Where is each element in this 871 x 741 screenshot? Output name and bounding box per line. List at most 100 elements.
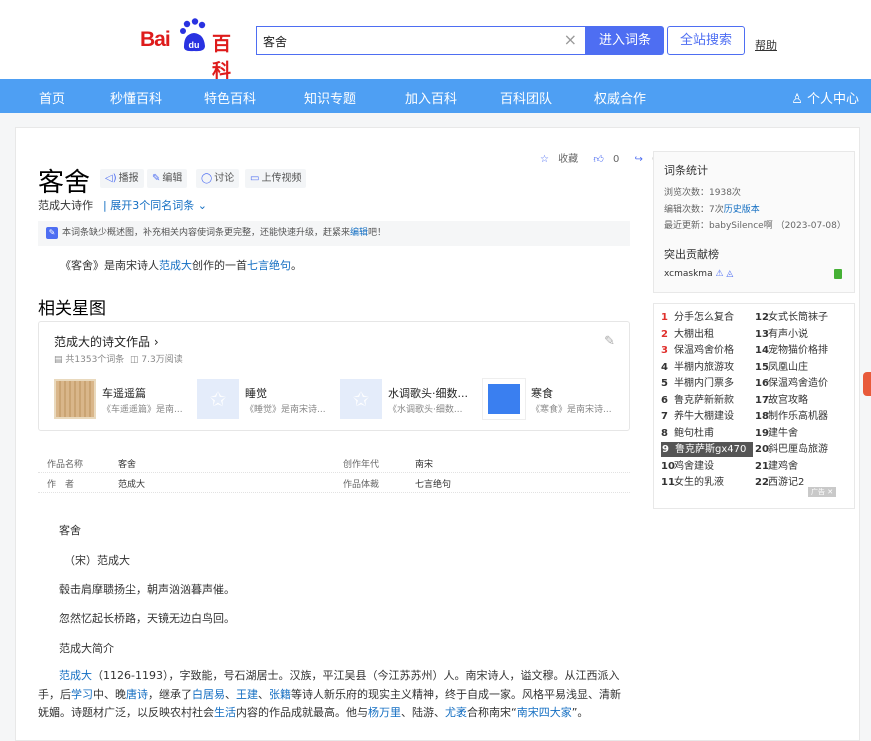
contributor[interactable]: xcmaskma ⚠ ◬	[664, 269, 733, 279]
nav-item-partners[interactable]: 权威合作	[594, 88, 646, 107]
nav-item-home[interactable]: 首页	[39, 88, 65, 107]
star-item[interactable]: 车遥遥篇 《车遥遥篇》是南...	[54, 379, 194, 419]
enter-entry-button[interactable]: 进入词条	[586, 26, 664, 55]
hot-search-item[interactable]: 6 鲁克萨新新款	[661, 393, 734, 408]
poem-author: （宋）范成大	[64, 554, 130, 567]
contribution-icon[interactable]	[834, 269, 842, 279]
star-item-name: 水调歌头·细数...	[388, 387, 468, 400]
user-center-link[interactable]: ♙ 个人中心	[791, 88, 859, 107]
clear-icon[interactable]: ×	[564, 30, 577, 49]
summary-poet-link[interactable]: 范成大	[159, 259, 192, 272]
doc-icon: ▤	[54, 355, 63, 365]
star-icon: ☆	[540, 154, 549, 165]
share-icon: ↪	[634, 154, 643, 165]
discuss-label: 讨论	[214, 173, 235, 184]
hot-search-item[interactable]: 13有声小说	[755, 327, 808, 342]
star-item[interactable]: ✩ 睡觉 《睡觉》是南宋诗...	[197, 379, 337, 419]
search-input[interactable]: 客舍 ×	[256, 26, 586, 55]
info-value: 范成大	[118, 480, 146, 490]
intro-link[interactable]: 白居易	[192, 688, 225, 701]
nav-item-team[interactable]: 百科团队	[500, 88, 552, 107]
ad-tag[interactable]: 广告 ✕	[808, 487, 837, 497]
hot-search-item[interactable]: 10鸡舍建设	[661, 459, 714, 474]
intro-text: 合称南宋“	[467, 706, 517, 719]
intro-text: 、	[258, 687, 269, 701]
hot-search-item[interactable]: 22西游记2	[755, 475, 804, 490]
intro-link[interactable]: 杨万里	[368, 706, 401, 719]
star-item-name: 寒食	[531, 387, 553, 400]
floating-side-widget[interactable]	[863, 372, 871, 396]
star-card-title[interactable]: 范成大的诗文作品 ›	[54, 333, 159, 350]
polysemy-toggle[interactable]: | 展开3个同名词条 ⌄	[103, 197, 207, 213]
hot-search-item[interactable]: 19建牛舍	[755, 426, 798, 441]
hot-search-item[interactable]: 14宠物猫价格排	[755, 343, 828, 358]
info-row: 作品名称 客舍 创作年代 南宋	[38, 453, 630, 473]
hot-search-item[interactable]: 1 分手怎么复合	[661, 310, 734, 325]
hot-rank: 6	[661, 394, 668, 406]
hot-search-text: 大棚出租	[674, 328, 714, 340]
nav-item-featured[interactable]: 特色百科	[204, 88, 256, 107]
history-link[interactable]: 历史版本	[724, 205, 760, 215]
intro-link[interactable]: 王建	[236, 688, 258, 701]
help-link[interactable]: 帮助	[755, 37, 777, 53]
site-search-button[interactable]: 全站搜索	[667, 26, 745, 55]
broadcast-label: 播报	[118, 173, 139, 184]
intro-link[interactable]: 南宋四大家	[517, 706, 572, 719]
hot-search-item[interactable]: 3 保温鸡舍价格	[661, 343, 734, 358]
hot-search-item[interactable]: 4 半棚内旅游攻	[661, 360, 734, 375]
hot-search-item[interactable]: 20斜巴厘岛旅游	[755, 442, 828, 457]
hot-search-item[interactable]: 8 鲍句杜甫	[661, 426, 714, 441]
speaker-icon: ◁)	[105, 173, 117, 184]
summary-form-link[interactable]: 七言绝句	[247, 259, 291, 272]
star-item[interactable]: ✩ 水调歌头·细数... 《水调歌头·细数...	[340, 379, 480, 419]
hot-search-text: 保温鸡舍价格	[674, 345, 734, 356]
intro-link[interactable]: 唐诗	[126, 688, 148, 701]
info-key: 作品体裁	[343, 480, 380, 490]
hot-rank: 2	[661, 328, 668, 340]
contributors-heading: 突出贡献榜	[664, 248, 719, 261]
hot-search-item[interactable]: 17故宫攻略	[755, 393, 808, 408]
intro-link[interactable]: 范成大	[59, 669, 92, 682]
hot-search-text: 鸡舍建设	[674, 460, 714, 472]
hot-search-item[interactable]: 2 大棚出租	[661, 327, 714, 342]
hot-search-item[interactable]: 7 养牛大棚建设	[661, 409, 734, 424]
hot-search-item[interactable]: 9 鲁克萨斯gx470	[661, 442, 753, 457]
discuss-button[interactable]: ◯ 讨论	[196, 169, 240, 188]
intro-link[interactable]: 尤袤	[445, 706, 467, 719]
hot-search-item[interactable]: 15凤凰山庄	[755, 360, 808, 375]
like-button[interactable]: 👍︎ 0	[593, 154, 625, 165]
favorite-button[interactable]: ☆ 收藏	[540, 154, 584, 165]
baidu-baike-logo[interactable]: Bai du 百科	[140, 18, 246, 82]
nav-item-topics[interactable]: 知识专题	[304, 88, 356, 107]
hot-rank: 20	[755, 444, 769, 455]
intro-link[interactable]: 张籍	[269, 688, 291, 701]
views-stat: 浏览次数：1938次	[664, 185, 741, 198]
hot-search-item[interactable]: 18制作乐高机器	[755, 409, 828, 424]
intro-link[interactable]: 生活	[214, 706, 236, 719]
calligraphy-thumbnail	[54, 379, 96, 419]
broadcast-button[interactable]: ◁) 播报	[100, 169, 144, 188]
nav-item-video[interactable]: 秒懂百科	[110, 88, 162, 107]
intro-link[interactable]: 学习	[71, 688, 93, 701]
hot-search-item[interactable]: 21建鸡舍	[755, 459, 798, 474]
upload-video-button[interactable]: ▭ 上传视频	[245, 169, 307, 188]
polysemy-label: 展开3个同名词条	[110, 199, 195, 212]
hot-search-item[interactable]: 11女生的乳液	[661, 475, 724, 490]
read-count: 7.3万阅读	[141, 355, 183, 365]
edit-button[interactable]: ✎ 编辑	[147, 169, 188, 188]
contributor-name: xcmaskma	[664, 269, 713, 279]
star-item-desc: 《寒食》是南宋诗...	[531, 405, 612, 415]
star-item[interactable]: 寒食 《寒食》是南宋诗...	[482, 378, 623, 420]
pencil-icon[interactable]: ✎	[604, 334, 615, 349]
edits-label: 编辑次数：	[664, 205, 710, 215]
star-item-name: 睡觉	[245, 387, 267, 400]
nav-item-join[interactable]: 加入百科	[405, 88, 457, 107]
notice-edit-link[interactable]: 编辑	[350, 228, 368, 238]
logo-bai-text: Bai	[140, 28, 171, 51]
hot-search-item[interactable]: 12女式长筒袜子	[755, 310, 828, 325]
info-key: 创作年代	[343, 460, 380, 470]
hot-search-item[interactable]: 16保温鸡舍造价	[755, 376, 828, 391]
hot-search-item[interactable]: 5 半棚内门票多	[661, 376, 734, 391]
search-input-value[interactable]: 客舍	[263, 33, 287, 50]
summary-text-3: 。	[291, 259, 302, 272]
